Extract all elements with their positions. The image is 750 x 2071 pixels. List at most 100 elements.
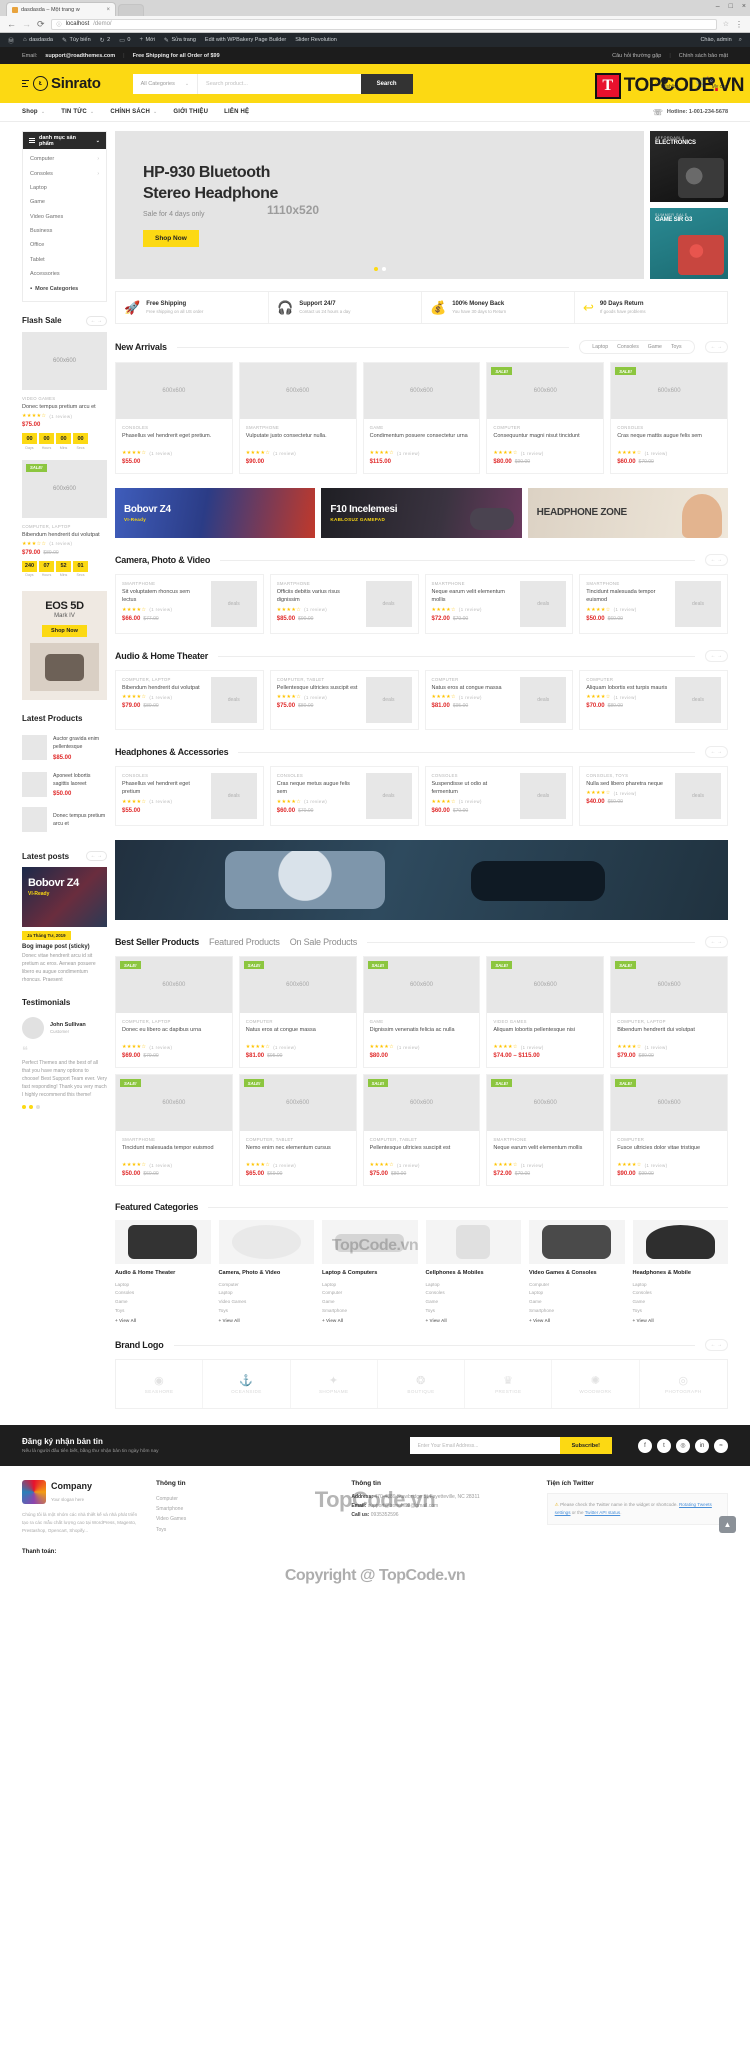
product-card[interactable]: SALE! 600x600 COMPUTER Natus eros at con… — [238, 956, 357, 1068]
twitter-icon[interactable]: t — [657, 1438, 671, 1453]
reload-icon[interactable]: ⟳ — [37, 19, 45, 30]
adminbar-item-site[interactable]: ⌂ dasdasda — [23, 37, 53, 43]
banner-headphone-zone[interactable]: HEADPHONE ZONE — [527, 488, 728, 538]
view-all-link[interactable]: + View All — [322, 1318, 418, 1323]
product-card[interactable]: SALE! 600x600 COMPUTER, LAPTOP Donec eu … — [115, 956, 233, 1068]
product-card[interactable]: CONSOLES, TOYS Nulla sed libero pharetra… — [579, 766, 728, 826]
site-info-icon[interactable]: ⓘ — [57, 21, 62, 28]
featured-category-headphones[interactable]: Headphones & Mobile Laptop Consoles Game… — [632, 1220, 729, 1323]
category-subitem[interactable]: Laptop — [529, 1289, 625, 1298]
product-title[interactable]: Aliquam lobortis pellentesque nisi — [493, 1026, 597, 1042]
tab-featured-products[interactable]: Featured Products — [209, 937, 280, 947]
product-card[interactable]: COMPUTER, TABLET Pellentesque ultricies … — [269, 670, 419, 730]
view-all-link[interactable]: + View All — [633, 1318, 729, 1323]
topbar-email[interactable]: support@roadthemes.com — [45, 53, 115, 59]
product-title[interactable]: Sit voluptatem rhoncus sem lectus — [122, 588, 205, 605]
adminbar-item-comments[interactable]: ▭ 0 — [119, 37, 130, 44]
back-to-top-button[interactable]: ▲ — [719, 1515, 736, 1533]
category-subitem[interactable]: Smartphone — [322, 1306, 418, 1315]
product-card[interactable]: SALE! 600x600 COMPUTER Fusce ultricies d… — [610, 1074, 728, 1186]
banner-f10[interactable]: F10 Incelemesi KABLOSUZ GAMEPAD — [321, 488, 522, 538]
brand-logo[interactable]: ❂ BOUTIQUE — [378, 1360, 466, 1409]
adminbar-item-slider-revolution[interactable]: Slider Revolution — [295, 37, 337, 43]
product-title[interactable]: Phasellus vel hendrerit eget pretium — [122, 780, 205, 797]
footer-email[interactable]: support@tronghl99@gmail.com — [368, 1503, 438, 1509]
carousel-arrows[interactable]: ← → — [704, 554, 728, 566]
product-card[interactable]: CONSOLES Suspendisse ut odio at fermentu… — [424, 766, 574, 826]
product-title[interactable]: Neque earum velit elementum mollis — [493, 1144, 597, 1160]
featured-category-video-games[interactable]: Video Games & Consoles Computer Laptop G… — [529, 1220, 625, 1323]
product-title[interactable]: Dignissim venenatis felicia ac nulla — [370, 1026, 474, 1042]
carousel-arrows[interactable]: ← → — [704, 341, 728, 353]
wordpress-logo-icon[interactable]: Ⓦ — [8, 36, 14, 45]
product-card[interactable]: SALE! 600x600 VIDEO GAMES Aliquam lobort… — [486, 956, 605, 1068]
brand-logo[interactable]: ◎ PHOTOGRAPH — [640, 1360, 727, 1408]
newsletter-subscribe-button[interactable]: Subscribe! — [559, 1437, 612, 1455]
nav-item-lienhe[interactable]: LIÊN HỆ — [224, 109, 249, 115]
adminbar-item-updates[interactable]: ↻ 2 — [100, 37, 111, 44]
search-icon[interactable]: ⌕ — [739, 37, 742, 44]
category-subitem[interactable]: Smartphone — [529, 1306, 625, 1315]
category-subitem[interactable]: Toys — [115, 1306, 211, 1315]
product-card[interactable]: COMPUTER Natus eros at congue massa ★★★★… — [424, 670, 574, 730]
tab-toys[interactable]: Toys — [671, 344, 682, 350]
view-all-link[interactable]: + View All — [115, 1318, 211, 1323]
list-item[interactable]: Auctor gravida enim pellentesque $85.00 — [22, 729, 107, 766]
product-card[interactable]: SMARTPHONE Neque earum velit elementum m… — [424, 574, 574, 634]
featured-category-laptop[interactable]: Laptop & Computers Laptop Computer Game … — [322, 1220, 418, 1323]
product-card[interactable]: 600x600 CONSOLES Phasellus vel hendrerit… — [115, 362, 233, 474]
search-input[interactable]: Search product... — [198, 73, 361, 94]
list-item[interactable]: Aponeet lobortis sagittis laoreet $50.00 — [22, 766, 107, 803]
footer-link[interactable]: Video Games — [156, 1514, 337, 1524]
category-subitem[interactable]: Laptop — [633, 1280, 729, 1289]
product-title[interactable]: Suspendisse ut odio at fermentum — [432, 780, 515, 797]
nav-item-chinhsach[interactable]: CHÍNH SÁCH ⌄ — [110, 109, 157, 115]
category-subitem[interactable]: Computer — [219, 1280, 315, 1289]
footer-link[interactable]: Toys — [156, 1525, 337, 1535]
sidebar-item-video-games[interactable]: Video Games — [23, 210, 106, 224]
sidebar-item-game[interactable]: Game — [23, 195, 106, 209]
sidebar-item-consoles[interactable]: Consoles › — [23, 166, 106, 180]
carousel-arrows[interactable]: ← → — [704, 746, 728, 758]
product-card[interactable]: SALE! 600x600 SMARTPHONE Neque earum vel… — [486, 1074, 605, 1186]
footer-phone[interactable]: 0935352596 — [371, 1512, 399, 1518]
product-card[interactable]: 600x600 SMARTPHONE Vulputate justo conse… — [238, 362, 357, 474]
hero-slider[interactable]: HP-930 Bluetooth Stereo Headphone Sale f… — [115, 131, 644, 279]
product-title[interactable]: Donec eu libero ac dapibus urna — [122, 1026, 226, 1042]
brand-logo[interactable]: ✺ WOODWORK — [552, 1360, 640, 1409]
product-title[interactable]: Aliquam lobortis est turpis mauris — [586, 684, 669, 692]
bookmark-star-icon[interactable]: ☆ — [723, 20, 729, 28]
product-title[interactable]: Auctor gravida enim pellentesque — [53, 736, 107, 752]
topbar-link-privacy[interactable]: Chính sách bảo mật — [679, 53, 728, 59]
address-bar[interactable]: ⓘ localhost /demo/ — [50, 18, 717, 30]
tab-close-icon[interactable]: × — [106, 7, 110, 13]
product-card[interactable]: SALE! 600x600 SMARTPHONE Tincidunt males… — [115, 1074, 233, 1186]
category-subitem[interactable]: Game — [115, 1297, 211, 1306]
adminbar-item-edit-page[interactable]: ✎ Sửa trang — [164, 37, 196, 44]
category-subitem[interactable]: Consoles — [633, 1289, 729, 1298]
browser-tab[interactable]: dasdasda – Một trang w × — [6, 2, 116, 16]
browser-menu-icon[interactable]: ⋮ — [735, 20, 743, 29]
sidebar-item-computer[interactable]: Computer › — [23, 152, 106, 166]
product-card[interactable]: COMPUTER, LAPTOP Bibendum hendrerit dui … — [115, 670, 264, 730]
banner-bobovr[interactable]: Bobovr Z4 VI-Ready — [115, 488, 316, 538]
product-title[interactable]: Natus eros at congue massa — [432, 684, 515, 692]
view-all-link[interactable]: + View All — [219, 1318, 315, 1323]
tab-consoles[interactable]: Consoles — [617, 344, 639, 350]
product-card[interactable]: 600x600 GAME Condimentum posuere consect… — [362, 362, 481, 474]
product-title[interactable]: Aponeet lobortis sagittis laoreet — [53, 773, 107, 789]
brand-logo[interactable]: ◉ SEASHORE — [116, 1360, 204, 1409]
footer-link[interactable]: Smartphone — [156, 1504, 337, 1514]
product-card[interactable]: SALE! 600x600 GAME Dignissim venenatis f… — [362, 956, 481, 1068]
sidebar-item-business[interactable]: Business — [23, 224, 106, 238]
product-card[interactable]: SMARTPHONE Officiis debitis varius risus… — [269, 574, 419, 634]
instagram-icon[interactable]: ◎ — [676, 1438, 690, 1453]
category-subitem[interactable]: Toys — [633, 1306, 729, 1315]
nav-item-shop[interactable]: Shop ⌄ — [22, 109, 45, 115]
product-card[interactable]: SALE! 600x600 CONSOLES Cras neque mattis… — [610, 362, 728, 474]
newsletter-email-input[interactable]: Enter Your Email Address... — [409, 1437, 560, 1455]
product-card[interactable]: CONSOLES Phasellus vel hendrerit eget pr… — [115, 766, 264, 826]
carousel-arrows[interactable]: ← → — [704, 650, 728, 662]
view-all-link[interactable]: + View All — [426, 1318, 522, 1323]
nav-item-tintuc[interactable]: TIN TỨC ⌄ — [61, 109, 94, 115]
